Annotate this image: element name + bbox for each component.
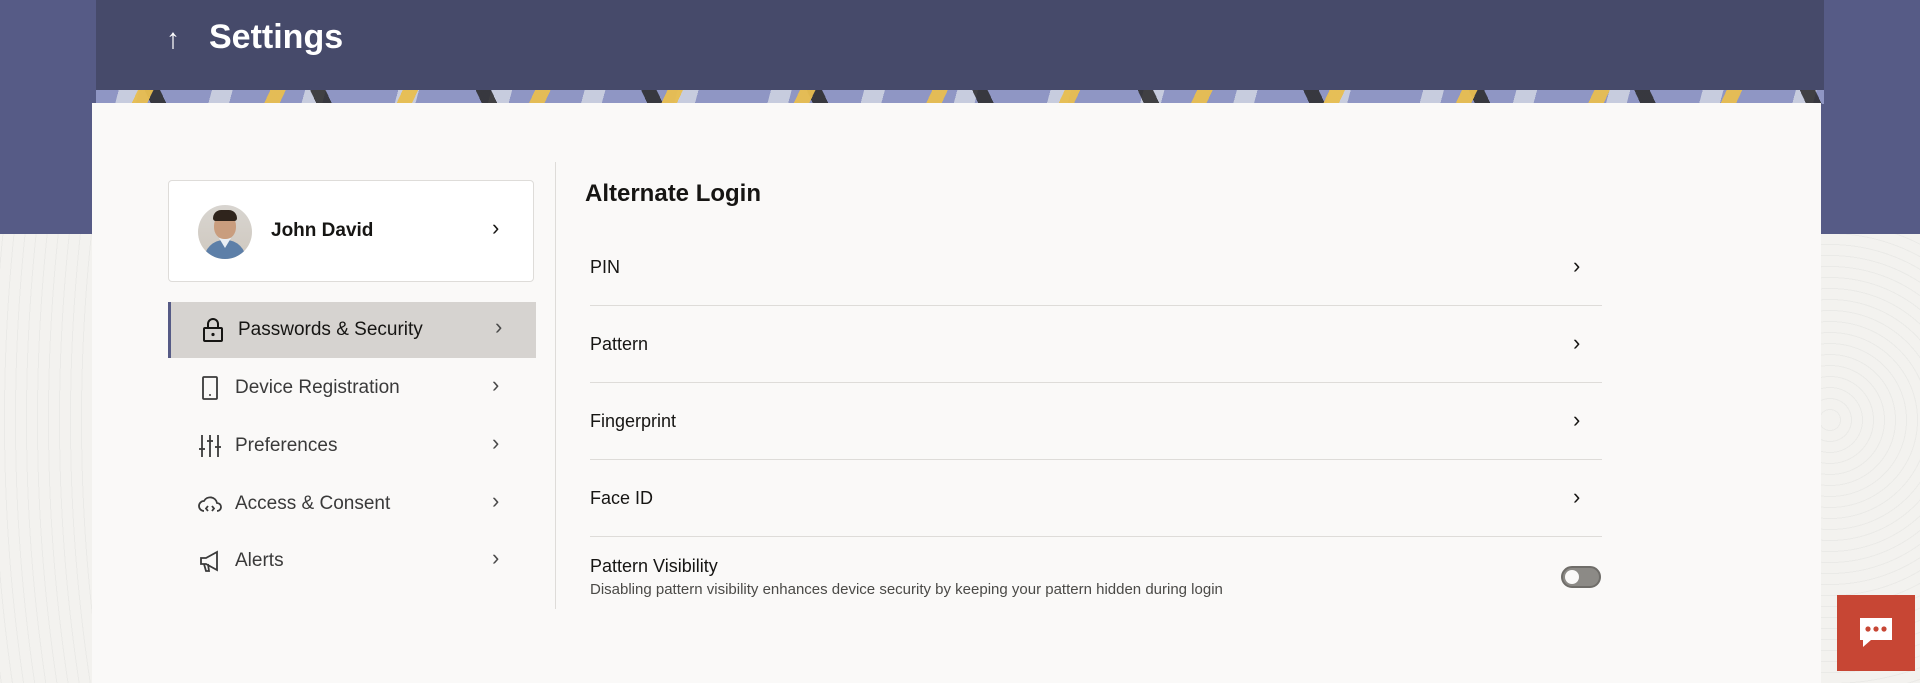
chevron-right-icon: › bbox=[1573, 407, 1581, 432]
option-pin[interactable]: PIN › bbox=[590, 229, 1602, 306]
sidebar-item-preferences[interactable]: Preferences › bbox=[168, 418, 536, 474]
chevron-right-icon: › bbox=[492, 372, 500, 397]
decorative-pattern-strip bbox=[96, 90, 1824, 104]
sidebar-item-alerts[interactable]: Alerts › bbox=[168, 533, 536, 589]
option-fingerprint[interactable]: Fingerprint › bbox=[590, 383, 1602, 460]
pattern-visibility-description: Disabling pattern visibility enhances de… bbox=[590, 581, 1223, 598]
profile-name: John David bbox=[271, 220, 374, 241]
sidebar-item-label: Alerts bbox=[235, 550, 284, 571]
chevron-right-icon: › bbox=[1573, 253, 1581, 278]
avatar bbox=[198, 205, 252, 259]
profile-card[interactable]: John David › bbox=[168, 180, 534, 282]
device-icon bbox=[202, 376, 218, 400]
chevron-right-icon: › bbox=[492, 215, 500, 240]
toggle-knob bbox=[1565, 570, 1579, 584]
sidebar-item-device-registration[interactable]: Device Registration › bbox=[168, 360, 536, 416]
page-title: Settings bbox=[209, 18, 344, 56]
chevron-right-icon: › bbox=[492, 430, 500, 455]
option-label: Pattern bbox=[590, 334, 649, 354]
option-label: PIN bbox=[590, 257, 621, 277]
page-header bbox=[96, 0, 1824, 90]
column-divider bbox=[555, 162, 556, 609]
pattern-visibility-toggle[interactable] bbox=[1561, 566, 1601, 588]
sidebar-item-label: Passwords & Security bbox=[238, 319, 423, 340]
chat-button[interactable] bbox=[1837, 595, 1915, 671]
option-face-id[interactable]: Face ID › bbox=[590, 460, 1602, 537]
chevron-right-icon: › bbox=[495, 314, 503, 339]
sidebar-item-passwords-security[interactable]: Passwords & Security › bbox=[168, 302, 536, 358]
back-arrow-icon[interactable]: ↑ bbox=[162, 24, 184, 54]
option-pattern[interactable]: Pattern › bbox=[590, 306, 1602, 383]
chevron-right-icon: › bbox=[1573, 484, 1581, 509]
sidebar-item-label: Preferences bbox=[235, 435, 338, 456]
sidebar-item-label: Access & Consent bbox=[235, 493, 391, 514]
chat-bubble-icon bbox=[1860, 618, 1892, 647]
option-label: Face ID bbox=[590, 488, 654, 508]
sidebar-item-label: Device Registration bbox=[235, 377, 400, 398]
section-title: Alternate Login bbox=[585, 180, 762, 207]
chevron-right-icon: › bbox=[492, 488, 500, 513]
lock-icon bbox=[203, 318, 223, 342]
chevron-right-icon: › bbox=[1573, 330, 1581, 355]
sliders-icon bbox=[199, 435, 221, 457]
megaphone-icon bbox=[200, 550, 218, 572]
chevron-right-icon: › bbox=[492, 545, 500, 570]
pattern-visibility-title: Pattern Visibility bbox=[590, 556, 718, 576]
sidebar-item-access-consent[interactable]: Access & Consent › bbox=[168, 476, 536, 532]
cloud-code-icon bbox=[198, 496, 222, 512]
option-label: Fingerprint bbox=[590, 411, 677, 431]
